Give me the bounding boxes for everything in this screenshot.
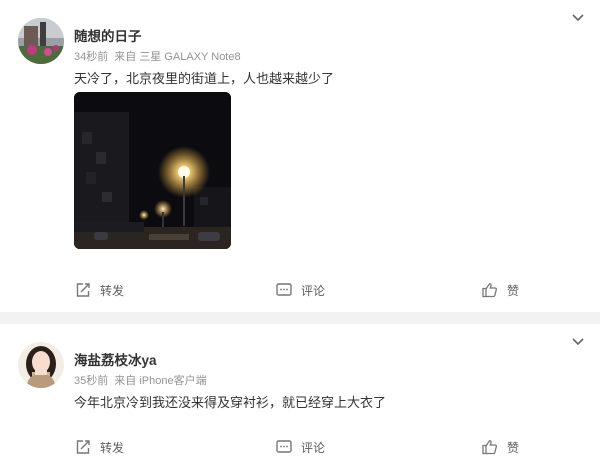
username[interactable]: 随想的日子	[74, 25, 142, 45]
post-content: 今年北京冷到我还没来得及穿衬衫，就已经穿上大衣了	[74, 395, 387, 410]
post-time[interactable]: 35秒前	[74, 375, 108, 387]
chevron-down-icon[interactable]	[572, 338, 584, 348]
repost-icon	[76, 440, 90, 454]
action-bar: 转发 评论 赞	[0, 281, 600, 305]
post-content: 天冷了，北京夜里的街道上，人也越来越少了	[74, 71, 335, 86]
post-image[interactable]	[74, 92, 231, 249]
repost-button[interactable]: 转发	[74, 281, 124, 299]
source-prefix: 来自	[114, 375, 137, 387]
like-label: 赞	[507, 283, 520, 298]
like-label: 赞	[507, 440, 520, 455]
post-card: 海盐荔枝冰ya 35秒前 来自 iPhone客户端 今年北京冷到我还没来得及穿衬衫…	[0, 324, 600, 467]
repost-button[interactable]: 转发	[74, 438, 124, 456]
post-time[interactable]: 34秒前	[74, 51, 108, 63]
comment-icon	[276, 283, 292, 296]
source-device: 三星 GALAXY Note8	[139, 51, 241, 63]
avatar[interactable]	[18, 342, 64, 388]
chevron-down-icon[interactable]	[572, 14, 584, 24]
username[interactable]: 海盐荔枝冰ya	[74, 349, 157, 369]
source-prefix: 来自	[114, 51, 137, 63]
comment-button[interactable]: 评论	[275, 281, 325, 299]
post-separator	[0, 312, 600, 324]
comment-button[interactable]: 评论	[275, 438, 325, 456]
source-device: iPhone客户端	[139, 375, 207, 387]
comment-label: 评论	[301, 440, 326, 455]
like-icon	[482, 283, 498, 298]
post-meta: 35秒前 来自 iPhone客户端	[74, 372, 207, 388]
avatar[interactable]	[18, 18, 64, 64]
post-meta: 34秒前 来自 三星 GALAXY Note8	[74, 48, 241, 64]
repost-label: 转发	[100, 283, 125, 298]
action-bar: 转发 评论 赞	[0, 438, 600, 462]
like-icon	[482, 440, 498, 455]
post-card: 随想的日子 34秒前 来自 三星 GALAXY Note8 天冷了，北京夜里的街道…	[0, 0, 600, 312]
comment-icon	[276, 440, 292, 453]
like-button[interactable]: 赞	[481, 438, 519, 456]
repost-icon	[76, 283, 90, 297]
repost-label: 转发	[100, 440, 125, 455]
like-button[interactable]: 赞	[481, 281, 519, 299]
comment-label: 评论	[301, 283, 326, 298]
